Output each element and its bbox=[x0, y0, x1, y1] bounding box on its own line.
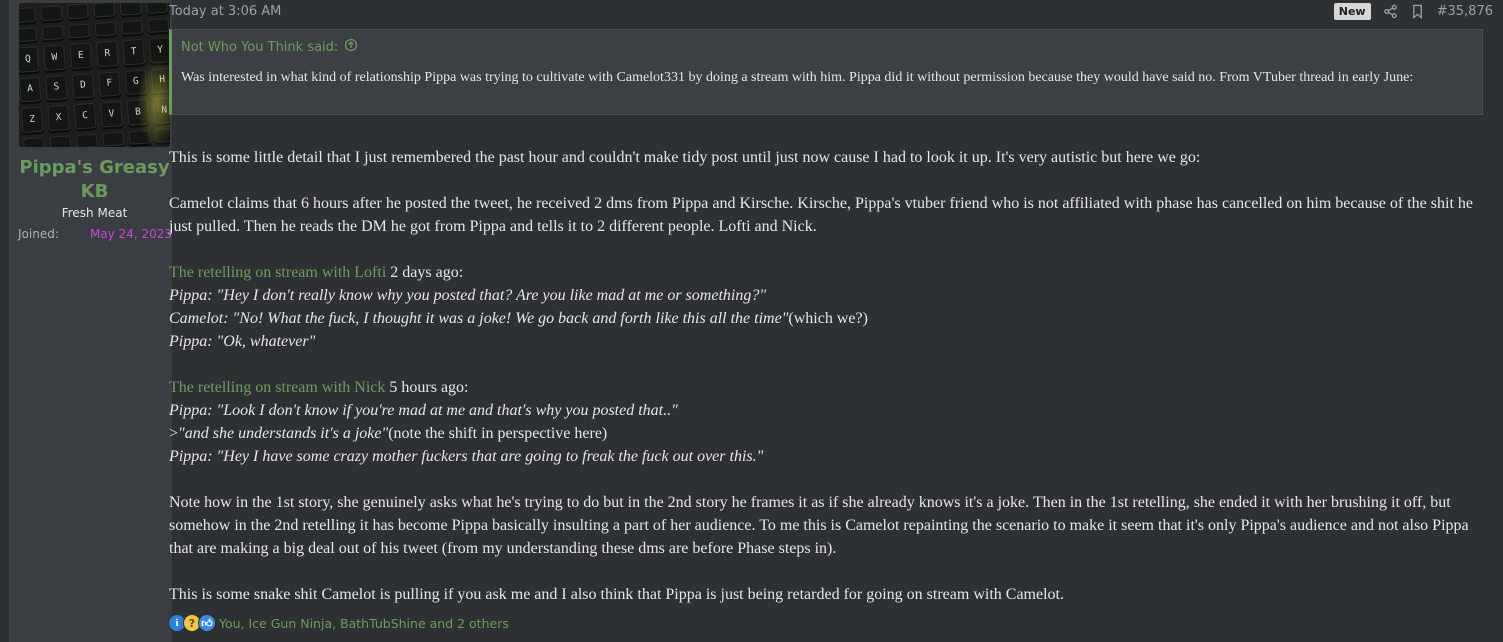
paragraph-conclusion: This is some snake shit Camelot is pulli… bbox=[169, 586, 1064, 603]
lofti-line-3: Pippa: "Ok, whatever" bbox=[169, 333, 316, 350]
reactions-bar[interactable]: i ? 👍︎ You, Ice Gun Ninja, BathTubShine … bbox=[168, 614, 509, 632]
paragraph-intro: This is some little detail that I just r… bbox=[169, 149, 1201, 166]
nick-line-2-note: (note the shift in perspective here) bbox=[388, 425, 608, 442]
keyboard-key: V bbox=[100, 100, 123, 128]
keyboard-key bbox=[94, 20, 117, 37]
nick-link[interactable]: The retelling on stream with Nick bbox=[169, 379, 385, 396]
keyboard-key: E bbox=[69, 42, 93, 69]
keyboard-key: C bbox=[73, 102, 97, 130]
share-icon[interactable] bbox=[1383, 4, 1398, 19]
keyboard-key: F bbox=[97, 70, 121, 98]
lofti-heading: The retelling on stream with Lofti 2 day… bbox=[169, 261, 1484, 284]
lofti-link[interactable]: The retelling on stream with Lofti bbox=[169, 264, 386, 281]
nick-when: 5 hours ago: bbox=[385, 379, 469, 396]
keyboard-key bbox=[102, 130, 125, 147]
nick-heading: The retelling on stream with Nick 5 hour… bbox=[169, 376, 1484, 399]
keyboard-key bbox=[68, 22, 91, 39]
nick-line-2-quote: "and she understands it's a joke" bbox=[178, 425, 389, 442]
joined-date: May 24, 2023 bbox=[89, 227, 172, 241]
keyboard-key bbox=[93, 3, 116, 18]
quote-header[interactable]: Not Who You Think said: bbox=[181, 38, 358, 56]
bookmark-icon[interactable] bbox=[1410, 4, 1425, 19]
lofti-line-2-quote: Camelot: "No! What the fuck, I thought i… bbox=[169, 310, 789, 327]
keyboard-key bbox=[22, 136, 46, 147]
keyboard-key: A bbox=[19, 76, 42, 103]
lofti-line-2: Camelot: "No! What the fuck, I thought i… bbox=[169, 307, 1484, 330]
lofti-when: 2 days ago: bbox=[386, 264, 464, 281]
keyboard-key: Q bbox=[19, 46, 40, 73]
quote-text: Was interested in what kind of relations… bbox=[181, 70, 1414, 85]
new-badge: New bbox=[1333, 3, 1371, 20]
keyboard-key: R bbox=[95, 40, 119, 67]
keyboard-key: X bbox=[47, 104, 71, 131]
user-title: Fresh Meat bbox=[61, 206, 128, 220]
avatar[interactable]: QWERTYASDFGHZXCVBN bbox=[19, 3, 170, 147]
keyboard-key bbox=[66, 3, 89, 20]
keyboard-key: Z bbox=[20, 106, 44, 133]
lofti-line-1: Pippa: "Hey I don't really know why you … bbox=[169, 287, 767, 304]
nick-line-2: >"and she understands it's a joke"(note … bbox=[169, 422, 1484, 445]
keyboard-key: S bbox=[45, 74, 68, 101]
keyboard-key bbox=[75, 132, 98, 147]
user-sidebar: QWERTYASDFGHZXCVBN Pippa's Greasy KB Fre… bbox=[9, 0, 172, 642]
keyboard-key: W bbox=[42, 44, 66, 71]
keyboard-key bbox=[40, 5, 63, 21]
username[interactable]: Pippa's Greasy KB bbox=[19, 156, 170, 204]
nick-line-3: Pippa: "Hey I have some crazy mother fuc… bbox=[169, 448, 764, 465]
keyboard-key bbox=[19, 6, 36, 23]
post-body: This is some little detail that I just r… bbox=[169, 146, 1484, 606]
paragraph-analysis: Note how in the 1st story, she genuinely… bbox=[169, 494, 1469, 557]
post-tools: New #35,876 bbox=[1333, 3, 1493, 20]
like-reaction-icon: 👍︎ bbox=[198, 614, 216, 632]
keyboard-key bbox=[145, 3, 169, 14]
joined-label: Joined: bbox=[18, 227, 59, 241]
quote-author[interactable]: Not Who You Think said: bbox=[181, 40, 338, 55]
post-number[interactable]: #35,876 bbox=[1437, 4, 1493, 19]
keyboard-key bbox=[120, 19, 144, 35]
lofti-line-2-note: (which we?) bbox=[788, 310, 868, 327]
quote-block: Not Who You Think said: Was interested i… bbox=[169, 29, 1483, 115]
keyboard-key bbox=[41, 24, 64, 41]
jump-up-icon[interactable] bbox=[344, 38, 358, 56]
keyboard-key bbox=[19, 26, 38, 43]
keyboard-key bbox=[119, 3, 142, 16]
keyboard-key bbox=[49, 134, 72, 147]
keyboard-key: D bbox=[71, 72, 95, 99]
post-timestamp[interactable]: Today at 3:06 AM bbox=[169, 4, 281, 19]
paragraph-claims: Camelot claims that 6 hours after he pos… bbox=[169, 195, 1473, 235]
reaction-icons[interactable]: i ? 👍︎ bbox=[168, 614, 216, 632]
keyboard-key bbox=[147, 17, 170, 34]
keyboard-glow bbox=[137, 58, 170, 147]
nick-line-2-prefix: > bbox=[169, 425, 179, 442]
reactions-list[interactable]: You, Ice Gun Ninja, BathTubShine and 2 o… bbox=[219, 616, 509, 631]
nick-line-1: Pippa: "Look I don't know if you're mad … bbox=[169, 402, 678, 419]
